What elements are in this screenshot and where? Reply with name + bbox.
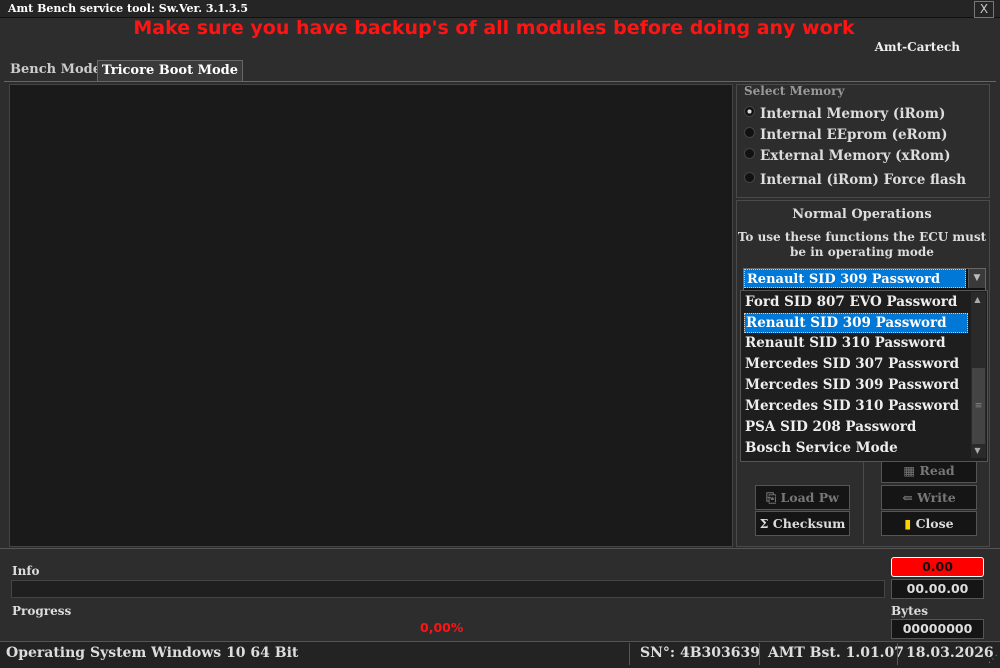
radio-label: External Memory (xRom) <box>760 148 951 164</box>
scroll-up-icon[interactable]: ▲ <box>970 292 985 307</box>
operation-select[interactable]: Renault SID 309 Password ▼ <box>743 268 986 291</box>
brand-label: Amt-Cartech <box>874 40 960 54</box>
bytes-value: 00000000 <box>891 619 984 639</box>
radio-icon <box>744 172 755 183</box>
select-memory-title: Select Memory <box>744 84 845 98</box>
dropdown-option[interactable]: Mercedes SID 309 Password <box>744 375 969 395</box>
serial-status: SN°: 4B303639 <box>640 645 760 661</box>
subtitle-line: To use these functions the ECU must <box>737 230 987 244</box>
operation-select-value: Renault SID 309 Password <box>744 269 966 288</box>
exit-door-icon: ▮ <box>904 516 912 531</box>
dropdown-option[interactable]: Renault SID 310 Password <box>744 333 969 353</box>
sigma-icon: Σ <box>759 516 769 531</box>
checksum-button[interactable]: Σ Checksum <box>755 511 850 536</box>
button-label: Checksum <box>772 516 846 531</box>
radio-external-memory[interactable]: External Memory (xRom) <box>744 148 950 164</box>
operation-dropdown-list: Ford SID 807 EVO Password Renault SID 30… <box>740 290 988 462</box>
subtitle-line: be in operating mode <box>790 245 934 259</box>
progress-percent: 0,00% <box>420 620 464 635</box>
scrollbar-thumb[interactable]: ≡ <box>972 368 985 444</box>
radio-label: Internal Memory (iRom) <box>760 106 946 122</box>
red-status-value: 0.00 <box>891 557 984 577</box>
normal-operations-subtitle: To use these functions the ECU must be in… <box>736 230 988 260</box>
dropdown-option[interactable]: PSA SID 208 Password <box>744 417 969 437</box>
time-value: 00.00.00 <box>891 579 984 599</box>
tab-divider <box>4 81 996 82</box>
dropdown-option[interactable]: Mercedes SID 307 Password <box>744 354 969 374</box>
radio-icon <box>744 148 755 159</box>
radio-label: Internal EEprom (eRom) <box>760 127 948 143</box>
backup-warning: Make sure you have backup's of all modul… <box>133 17 855 39</box>
write-icon: ⇐ <box>902 490 913 505</box>
dropdown-scrollbar[interactable]: ▲ ≡ ▼ <box>971 292 986 458</box>
button-label: Write <box>917 490 956 505</box>
dropdown-option[interactable]: Ford SID 807 EVO Password <box>744 292 969 312</box>
radio-internal-eeprom[interactable]: Internal EEprom (eRom) <box>744 127 947 143</box>
scroll-down-icon[interactable]: ▼ <box>970 443 985 458</box>
dropdown-option[interactable]: Bosch Service Mode <box>744 438 969 458</box>
progress-label: Progress <box>12 604 72 618</box>
info-bar <box>11 580 885 598</box>
status-divider <box>759 643 760 665</box>
chip-icon: ▦ <box>903 463 916 478</box>
status-divider <box>897 643 898 665</box>
radio-label: Internal (iRom) Force flash <box>760 172 967 188</box>
radio-selected-icon <box>744 106 755 117</box>
chevron-down-icon[interactable]: ▼ <box>968 269 985 288</box>
normal-operations-title: Normal Operations <box>792 207 932 222</box>
button-label: Read <box>919 463 955 478</box>
write-button[interactable]: ⇐ Write <box>881 485 977 510</box>
close-window-button[interactable]: X <box>974 1 994 18</box>
status-divider <box>629 643 630 665</box>
os-status: Operating System Windows 10 64 Bit <box>6 645 299 661</box>
radio-icon <box>744 127 755 138</box>
button-divider <box>863 458 864 544</box>
dropdown-option[interactable]: Mercedes SID 310 Password <box>744 396 969 416</box>
version-status: AMT Bst. 1.01.07 <box>768 645 905 661</box>
bytes-label: Bytes <box>891 604 929 618</box>
tab-tricore-boot-mode[interactable]: Tricore Boot Mode <box>97 60 244 82</box>
window-title: Amt Bench service tool: Sw.Ver. 3.1.3.5 <box>8 2 249 15</box>
date-status: 18.03.2026 <box>906 645 994 661</box>
button-label: Close <box>915 516 954 531</box>
resize-grip-icon[interactable]: ⋰ <box>988 654 998 665</box>
load-pw-button[interactable]: ⎘ Load Pw <box>755 485 850 510</box>
button-label: Load Pw <box>780 490 839 505</box>
tab-bench-mode[interactable]: Bench Mode <box>6 60 105 80</box>
radio-force-flash[interactable]: Internal (iRom) Force flash <box>744 172 966 188</box>
dropdown-option-selected[interactable]: Renault SID 309 Password <box>744 313 968 333</box>
section-divider <box>0 548 1000 549</box>
radio-internal-memory[interactable]: Internal Memory (iRom) <box>744 106 945 122</box>
close-button[interactable]: ▮ Close <box>881 511 977 536</box>
load-icon: ⎘ <box>766 490 777 505</box>
info-label: Info <box>12 564 40 578</box>
log-area <box>9 84 733 547</box>
